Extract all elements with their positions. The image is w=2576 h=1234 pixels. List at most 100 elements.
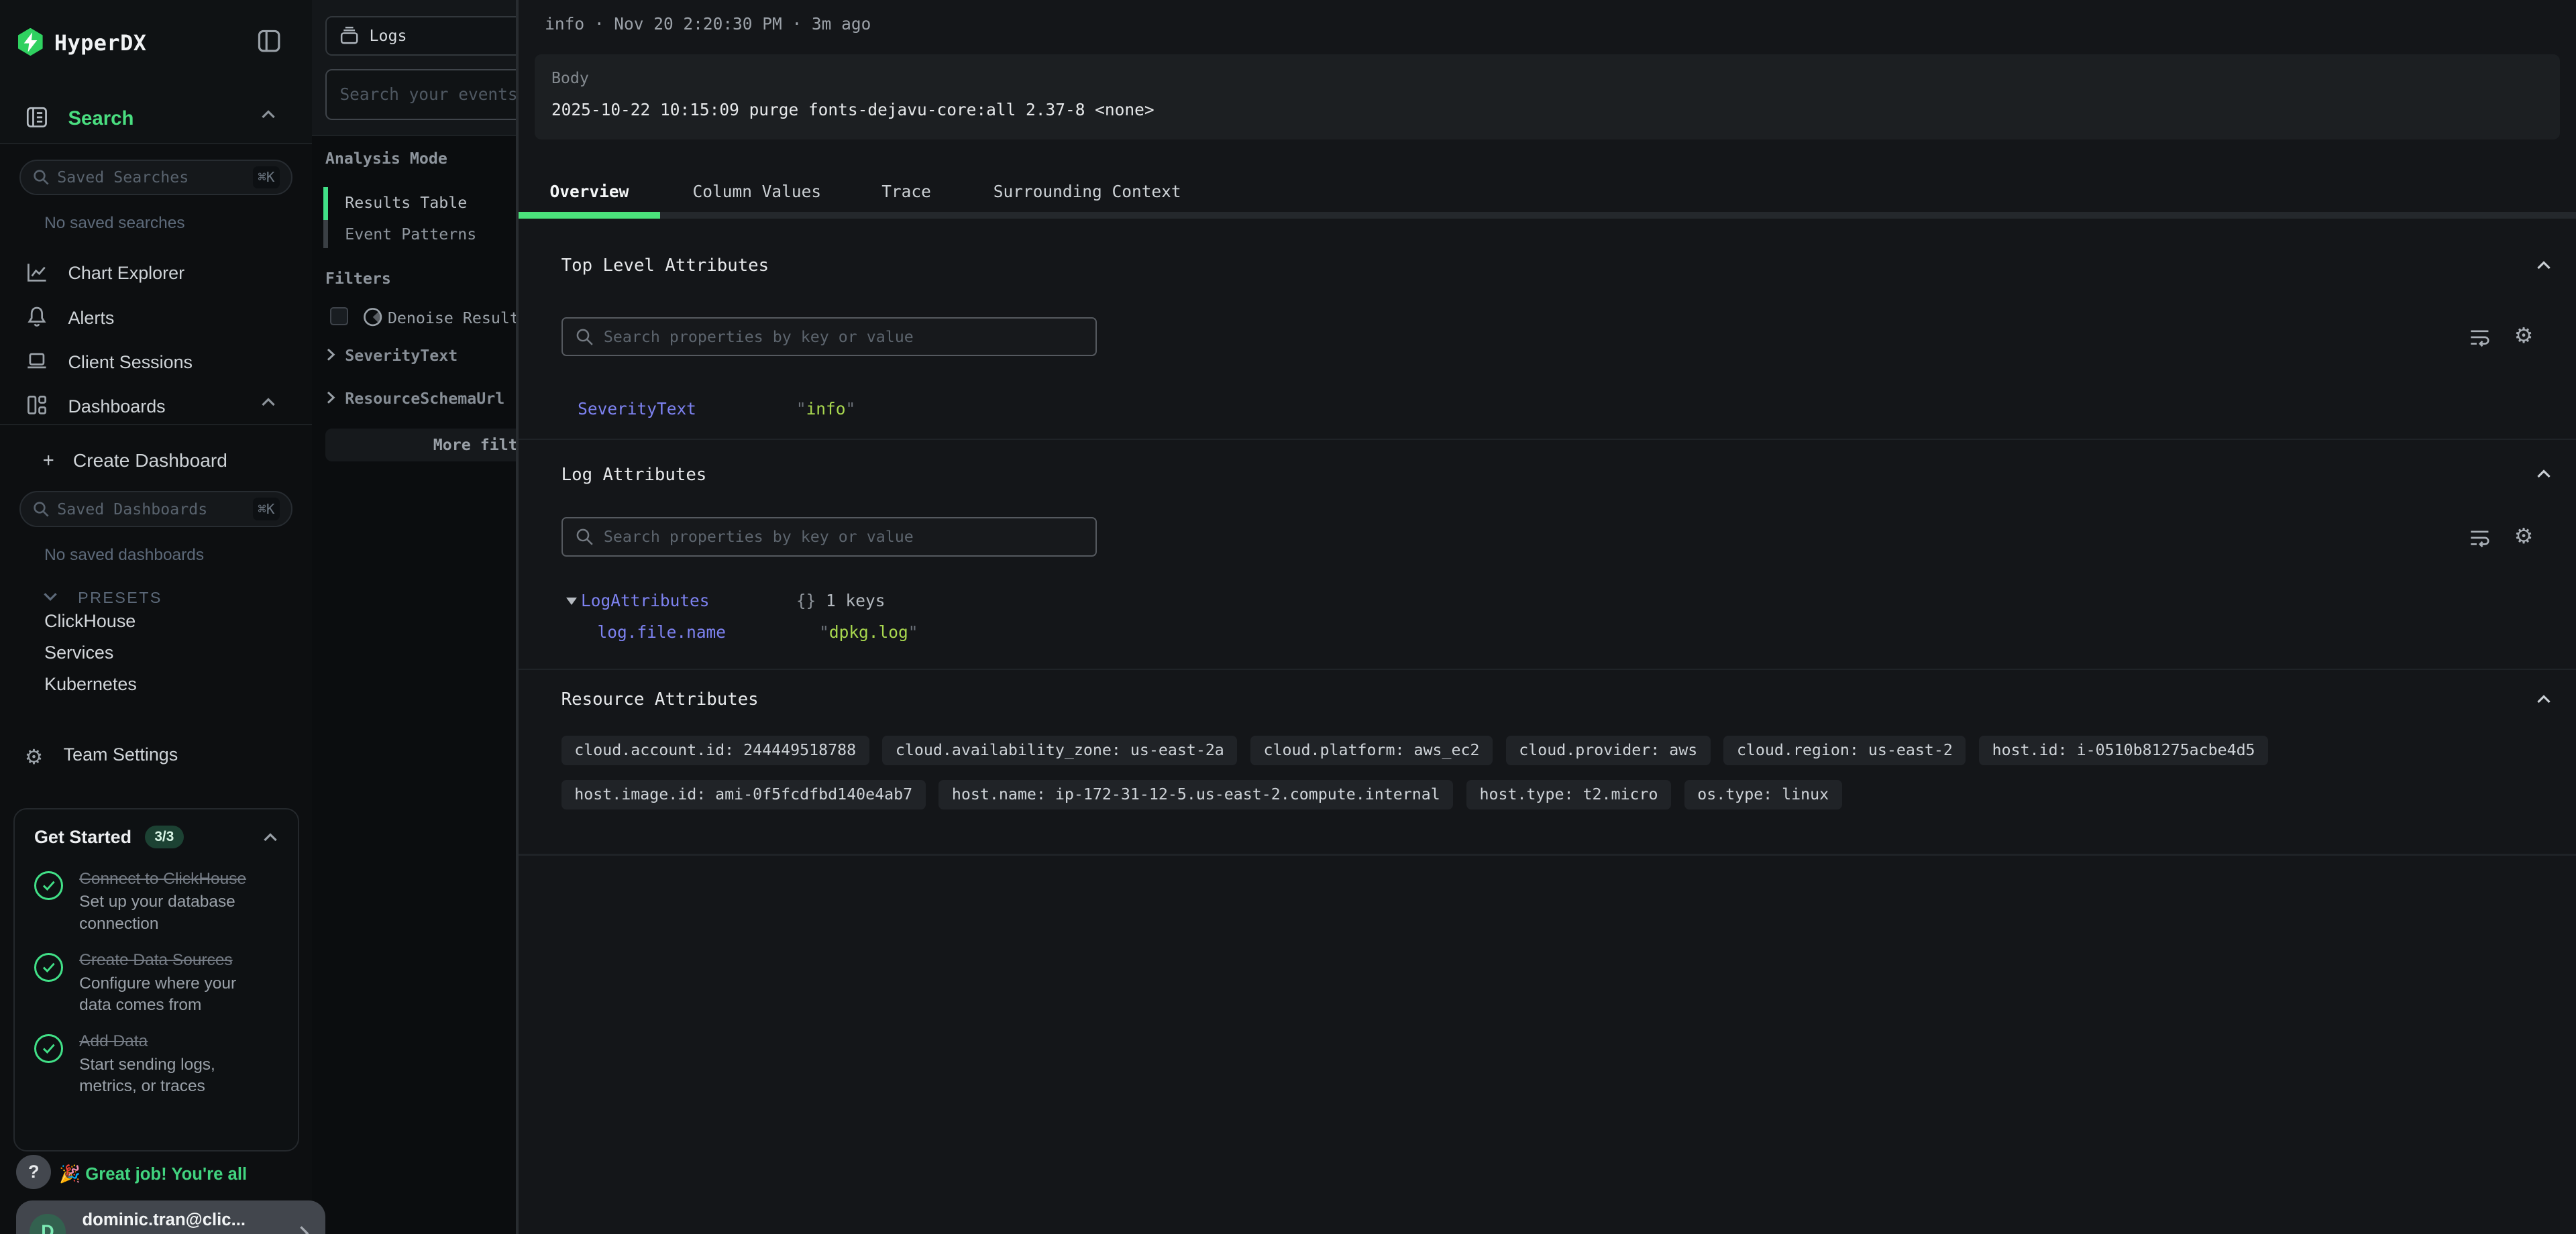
log-attributes-settings-button[interactable]: ⚙: [2514, 526, 2534, 547]
chevron-up-icon: [263, 833, 278, 841]
preset-services[interactable]: Services: [44, 644, 113, 662]
section-collapse-top-level[interactable]: [2536, 261, 2551, 269]
more-filters-button[interactable]: More filters: [325, 429, 518, 461]
tab-overview[interactable]: Overview: [549, 184, 629, 200]
section-divider: [519, 439, 2576, 440]
more-filters-label: More filters: [433, 436, 518, 454]
preset-clickhouse[interactable]: ClickHouse: [44, 612, 136, 630]
mode-results-table[interactable]: Results Table: [345, 195, 467, 211]
braces-icon: {}: [796, 591, 816, 610]
get-started-step-sources[interactable]: Create Data Sources Configure where your…: [34, 950, 278, 1016]
attribute-value[interactable]: info: [796, 401, 855, 417]
log-attributes-search-input[interactable]: [604, 528, 1083, 546]
attribute-row[interactable]: SeverityText info: [578, 401, 855, 417]
get-started-collapse[interactable]: [263, 833, 278, 841]
resource-chip[interactable]: host.id: i-0510b81275acbe4d5: [1979, 736, 2268, 765]
attribute-row[interactable]: log.file.name dpkg.log: [598, 624, 918, 640]
get-started-step-add-data[interactable]: Add Data Start sending logs, metrics, or…: [34, 1031, 278, 1097]
check-circle-icon: [34, 1034, 63, 1063]
search-list-icon: [26, 107, 48, 128]
log-attributes-search-box[interactable]: [561, 517, 1097, 557]
get-started-step-connect[interactable]: Connect to ClickHouse Set up your databa…: [34, 868, 278, 935]
tab-column-values[interactable]: Column Values: [693, 184, 822, 200]
saved-searches-input[interactable]: [49, 168, 253, 186]
check-icon: [42, 962, 56, 973]
sidebar-item-team-settings[interactable]: ⚙ Team Settings: [25, 739, 178, 769]
presets-toggle[interactable]: PRESETS: [43, 581, 162, 608]
resource-chip[interactable]: cloud.platform: aws_ec2: [1250, 736, 1493, 765]
attribute-key[interactable]: LogAttributes: [581, 593, 796, 609]
preset-kubernetes[interactable]: Kubernetes: [44, 675, 137, 693]
resource-chip[interactable]: cloud.account.id: 244449518788: [561, 736, 869, 765]
resource-chip[interactable]: cloud.availability_zone: us-east-2a: [882, 736, 1237, 765]
get-started-title: Get Started: [34, 827, 131, 848]
sidebar-item-alerts[interactable]: Alerts: [26, 302, 114, 329]
data-source-select[interactable]: Logs: [325, 16, 518, 56]
get-started-card: Get Started 3/3 Connect to ClickHouse Se…: [13, 808, 299, 1152]
saved-dashboards-search[interactable]: ⌘K: [19, 491, 292, 527]
search-icon: [33, 501, 49, 517]
avatar: D: [30, 1214, 66, 1234]
top-level-search-input[interactable]: [604, 328, 1083, 346]
wrap-lines-button[interactable]: [2469, 327, 2491, 348]
sidebar-item-chart-explorer[interactable]: Chart Explorer: [26, 258, 184, 284]
wrap-text-icon: [2469, 327, 2491, 348]
user-menu[interactable]: D dominic.tran@clic... dominic.tran@clic…: [16, 1200, 325, 1234]
saved-dashboards-input[interactable]: [49, 500, 253, 518]
caret-down-icon[interactable]: [566, 598, 577, 605]
denoise-checkbox[interactable]: [330, 307, 348, 325]
tab-trace[interactable]: Trace: [881, 184, 931, 200]
search-icon: [576, 328, 594, 346]
section-title-top-level: Top Level Attributes: [561, 258, 769, 275]
resource-chip[interactable]: cloud.provider: aws: [1506, 736, 1711, 765]
resource-chip[interactable]: host.name: ip-172-31-12-5.us-east-2.comp…: [938, 780, 1453, 809]
sidebar-item-chart-explorer-label: Chart Explorer: [68, 263, 184, 283]
create-dashboard-button[interactable]: + Create Dashboard: [43, 445, 227, 471]
sidebar-item-client-sessions[interactable]: Client Sessions: [26, 347, 193, 373]
top-level-settings-button[interactable]: ⚙: [2514, 325, 2534, 347]
resource-chip[interactable]: host.image.id: ami-0f5fcdfbd140e4ab7: [561, 780, 926, 809]
step-title: Connect to ClickHouse: [79, 868, 250, 890]
event-detail-panel: info · Nov 20 2:20:30 PM · 3m ago Body 2…: [516, 0, 2576, 1234]
laptop-icon: [26, 350, 48, 372]
event-severity: info: [545, 14, 584, 34]
event-search-box[interactable]: [325, 69, 518, 120]
collapse-sidebar-button[interactable]: [258, 30, 280, 52]
check-circle-icon: [34, 953, 63, 982]
search-section-collapse[interactable]: [261, 110, 276, 118]
inactive-mode-indicator: [323, 220, 327, 248]
attribute-key[interactable]: SeverityText: [578, 401, 796, 417]
top-level-search-box[interactable]: [561, 317, 1097, 357]
denoise-label[interactable]: Denoise Results: [388, 311, 517, 326]
wrap-lines-button[interactable]: [2469, 527, 2491, 549]
resource-chip[interactable]: cloud.region: us-east-2: [1723, 736, 1966, 765]
saved-searches-search[interactable]: ⌘K: [19, 160, 292, 196]
step-desc: Configure where your data comes from: [79, 973, 250, 1017]
denoise-icon: [363, 307, 382, 327]
chart-line-icon: [26, 262, 48, 283]
check-circle-icon: [34, 871, 63, 900]
chevron-right-icon: [327, 391, 335, 404]
section-collapse-resource-attributes[interactable]: [2536, 695, 2551, 703]
resource-chip[interactable]: os.type: linux: [1684, 780, 1842, 809]
sidebar-item-alerts-label: Alerts: [68, 308, 114, 328]
body-label: Body: [551, 69, 589, 87]
filter-group-severitytext[interactable]: SeverityText: [345, 348, 458, 363]
attribute-value[interactable]: dpkg.log: [819, 624, 918, 640]
step-desc: Start sending logs, metrics, or traces: [79, 1054, 250, 1098]
sidebar-item-search[interactable]: Search: [26, 103, 133, 129]
attribute-tree-root[interactable]: LogAttributes {} 1 keys: [581, 593, 885, 609]
help-button[interactable]: ?: [16, 1155, 50, 1189]
event-timestamp: Nov 20 2:20:30 PM: [614, 14, 782, 34]
section-collapse-log-attributes[interactable]: [2536, 469, 2551, 478]
logs-stack-icon: [339, 26, 359, 46]
mode-event-patterns[interactable]: Event Patterns: [345, 227, 476, 242]
hyperdx-app: HyperDX Search ⌘K No saved searches Char…: [0, 0, 2576, 1234]
event-search-input[interactable]: [327, 85, 518, 104]
sidebar-item-dashboards[interactable]: Dashboards: [26, 391, 165, 417]
dashboards-section-collapse[interactable]: [261, 398, 276, 406]
filter-group-resourceschemaurl[interactable]: ResourceSchemaUrl: [345, 391, 504, 406]
resource-chip[interactable]: host.type: t2.micro: [1466, 780, 1671, 809]
attribute-key[interactable]: log.file.name: [598, 624, 820, 640]
tab-surrounding-context[interactable]: Surrounding Context: [994, 184, 1181, 200]
